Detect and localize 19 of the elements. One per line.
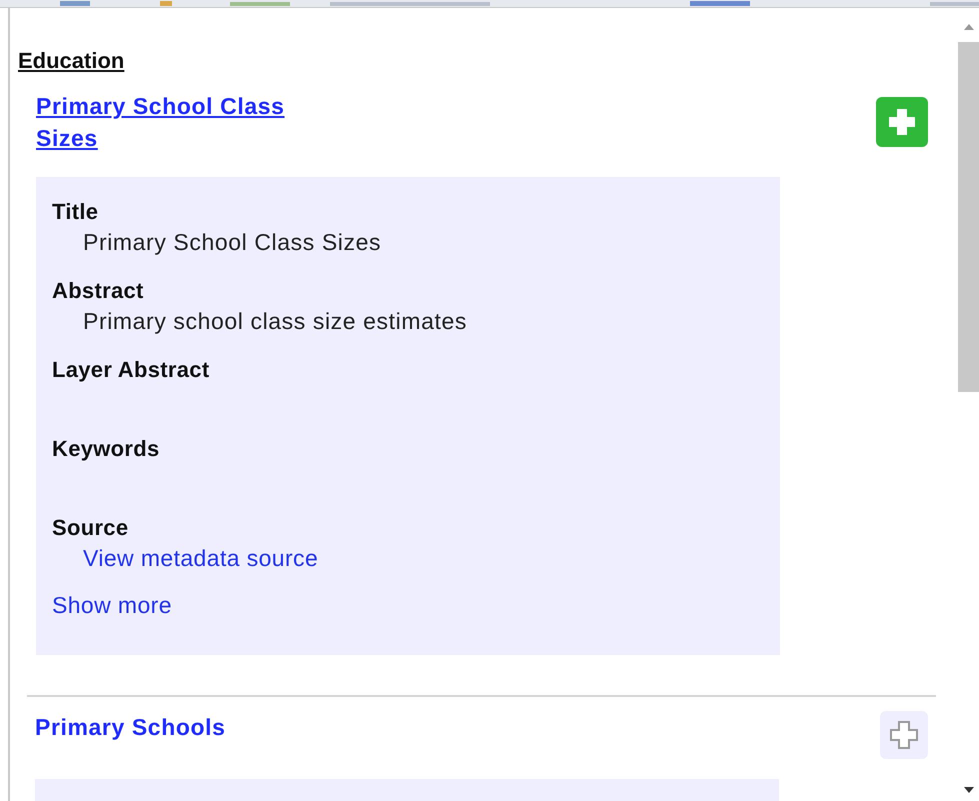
field-value: Primary School Class Sizes <box>82 228 382 257</box>
layer-title-link[interactable]: Primary Schools <box>35 711 325 743</box>
show-more-link[interactable]: Show more <box>52 590 172 620</box>
plus-icon <box>888 719 920 751</box>
layer-title-link[interactable]: Primary School Class Sizes <box>36 90 326 154</box>
field-label: Source <box>52 514 130 542</box>
field-label: Layer Abstract <box>52 356 210 384</box>
field-label: Keywords <box>52 435 161 463</box>
add-layer-button[interactable] <box>876 97 928 147</box>
section-heading: Education <box>18 48 126 74</box>
scrollbar-thumb[interactable] <box>958 42 979 392</box>
metadata-link[interactable]: View metadata source <box>83 545 318 571</box>
plus-icon <box>886 106 918 138</box>
scroll-down-icon[interactable] <box>962 785 974 795</box>
scroll-up-icon[interactable] <box>962 22 974 32</box>
field-value: Primary school class size estimates <box>82 307 468 336</box>
field-label: Title <box>52 198 100 226</box>
add-layer-button[interactable] <box>880 711 928 759</box>
field-label: Abstract <box>52 277 145 305</box>
